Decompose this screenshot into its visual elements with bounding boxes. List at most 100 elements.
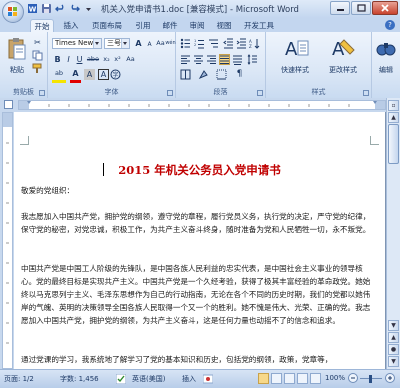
align-right-icon[interactable] — [206, 54, 217, 65]
paragraph-group: 12 AZ ¶ 段落 — [176, 32, 266, 98]
clipboard-launcher-icon[interactable] — [39, 90, 45, 96]
close-icon — [381, 4, 389, 12]
tab-mailings[interactable]: 邮件 — [159, 19, 181, 32]
language-indicator[interactable]: 英语(美国) — [132, 374, 165, 384]
tab-view[interactable]: 视图 — [213, 19, 235, 32]
bullets-icon[interactable] — [180, 38, 191, 49]
enclose-char-icon[interactable]: 字 — [110, 69, 121, 80]
align-center-icon[interactable] — [193, 54, 204, 65]
numbering-icon[interactable]: 12 — [194, 38, 205, 49]
tab-developer[interactable]: 开发工具 — [240, 19, 278, 32]
office-logo-icon — [8, 7, 18, 17]
zoom-slider-thumb[interactable] — [369, 375, 372, 383]
insert-mode-indicator[interactable]: 插入 — [182, 374, 196, 384]
print-layout-view-icon[interactable] — [258, 373, 269, 384]
help-icon[interactable]: ? — [385, 20, 395, 30]
svg-text:Z: Z — [249, 44, 252, 49]
outline-view-icon[interactable] — [297, 373, 308, 384]
shading-icon[interactable] — [198, 69, 209, 80]
macro-record-icon[interactable] — [202, 374, 214, 386]
paste-label: 粘贴 — [10, 66, 24, 74]
char-shading-button[interactable]: A — [84, 69, 95, 80]
change-styles-icon: A — [332, 39, 355, 60]
show-marks-icon[interactable]: ¶ — [234, 69, 245, 80]
line-spacing-icon[interactable] — [247, 54, 258, 65]
borders-icon[interactable] — [216, 69, 227, 80]
paragraph-group-label: 段落 — [213, 88, 228, 96]
tab-home[interactable]: 开始 — [30, 19, 54, 32]
styles-group: A 快速样式 A 更改样式 样式 — [266, 32, 372, 98]
select-browse-object-button[interactable]: ● — [388, 344, 399, 355]
char-border-button[interactable]: A — [98, 69, 109, 80]
italic-button[interactable]: I — [63, 54, 74, 65]
full-screen-reading-icon[interactable] — [271, 373, 282, 384]
vertical-scrollbar[interactable]: ▫ ▲ ▼ ▲ ● ▼ — [386, 98, 400, 369]
highlight-button[interactable]: ab — [52, 69, 66, 83]
office-button[interactable] — [2, 1, 24, 23]
decrease-indent-icon[interactable] — [223, 38, 234, 49]
grow-font-icon[interactable]: A — [133, 38, 144, 49]
tab-page-layout[interactable]: 页面布局 — [88, 19, 126, 32]
bold-button[interactable]: B — [52, 54, 63, 65]
scroll-down-button[interactable]: ▼ — [388, 320, 399, 331]
prev-page-button[interactable]: ▲ — [388, 332, 399, 343]
increase-indent-icon[interactable] — [236, 38, 247, 49]
spelling-check-icon[interactable] — [115, 373, 127, 386]
superscript-button[interactable]: x² — [112, 54, 123, 65]
close-button[interactable] — [372, 1, 398, 15]
word-count[interactable]: 字数: 1,456 — [60, 374, 99, 384]
change-case-button[interactable]: Aa — [124, 54, 137, 65]
format-painter-icon[interactable] — [32, 63, 43, 74]
maximize-icon — [357, 4, 366, 12]
status-bar: 页面: 1/2 字数: 1,456 英语(美国) 插入 100% — [0, 369, 400, 388]
zoom-out-button[interactable] — [348, 373, 358, 385]
sort-icon[interactable]: AZ — [249, 38, 260, 49]
font-launcher-icon[interactable] — [167, 90, 173, 96]
web-layout-icon[interactable] — [284, 373, 295, 384]
tab-references[interactable]: 引用 — [132, 19, 154, 32]
zoom-level[interactable]: 100% — [325, 374, 345, 382]
strikethrough-button[interactable]: abe — [86, 54, 100, 65]
align-left-icon[interactable] — [180, 54, 191, 65]
justify-icon[interactable] — [219, 54, 230, 65]
font-group-label: 字体 — [104, 88, 119, 96]
page-indicator[interactable]: 页面: 1/2 — [4, 374, 34, 384]
tab-selector-icon[interactable] — [4, 100, 13, 109]
vertical-ruler[interactable] — [2, 112, 13, 369]
styles-launcher-icon[interactable] — [363, 90, 369, 96]
editing-button[interactable] — [375, 36, 397, 62]
font-name-select[interactable]: Times New F — [52, 38, 102, 49]
minimize-button[interactable] — [330, 1, 350, 15]
ruler-toggle-icon[interactable]: ▫ — [388, 100, 399, 111]
draft-view-icon[interactable] — [310, 373, 321, 384]
phonetic-guide-icon[interactable]: wén — [165, 38, 176, 49]
ruler-ticks — [27, 101, 377, 107]
paste-button[interactable] — [6, 36, 28, 64]
distributed-icon[interactable] — [232, 54, 243, 65]
next-page-button[interactable]: ▼ — [388, 356, 399, 367]
tab-insert[interactable]: 插入 — [60, 19, 82, 32]
cut-icon[interactable]: ✂ — [32, 37, 43, 48]
paragraph-launcher-icon[interactable] — [257, 90, 263, 96]
font-color-button[interactable]: A — [70, 69, 81, 83]
document-page[interactable]: 2015 年机关公务员入党申请书 敬爱的党组织： 我志愿加入中国共产党，拥护党的… — [14, 112, 385, 369]
scroll-up-button[interactable]: ▲ — [388, 112, 399, 123]
document-area[interactable]: 2015 年机关公务员入党申请书 敬爱的党组织： 我志愿加入中国共产党，拥护党的… — [14, 112, 386, 369]
change-styles-button[interactable]: A — [322, 35, 362, 63]
horizontal-ruler[interactable] — [0, 98, 400, 112]
underline-button[interactable]: U — [74, 54, 85, 65]
paragraph-3: 通过党课的学习，我系统地了解学习了党的基本知识和历史，包括党的纲领，政策，党章等… — [21, 355, 333, 364]
maximize-button[interactable] — [351, 1, 371, 15]
ribbon: 粘贴 ✂ 剪贴板 Times New F 三号 A A Aa wén B I U… — [0, 32, 400, 99]
tab-review[interactable]: 审阅 — [186, 19, 208, 32]
font-size-select[interactable]: 三号 — [104, 38, 130, 49]
chinese-layout-icon[interactable] — [180, 69, 191, 80]
copy-icon[interactable] — [32, 50, 43, 61]
zoom-in-button[interactable] — [385, 373, 395, 385]
subscript-button[interactable]: x₂ — [101, 54, 112, 65]
scroll-thumb[interactable] — [388, 124, 399, 164]
crop-mark — [370, 136, 379, 145]
quick-styles-button[interactable]: A — [276, 35, 314, 63]
multilevel-list-icon[interactable] — [208, 38, 219, 49]
shrink-font-icon[interactable]: A — [144, 39, 155, 50]
